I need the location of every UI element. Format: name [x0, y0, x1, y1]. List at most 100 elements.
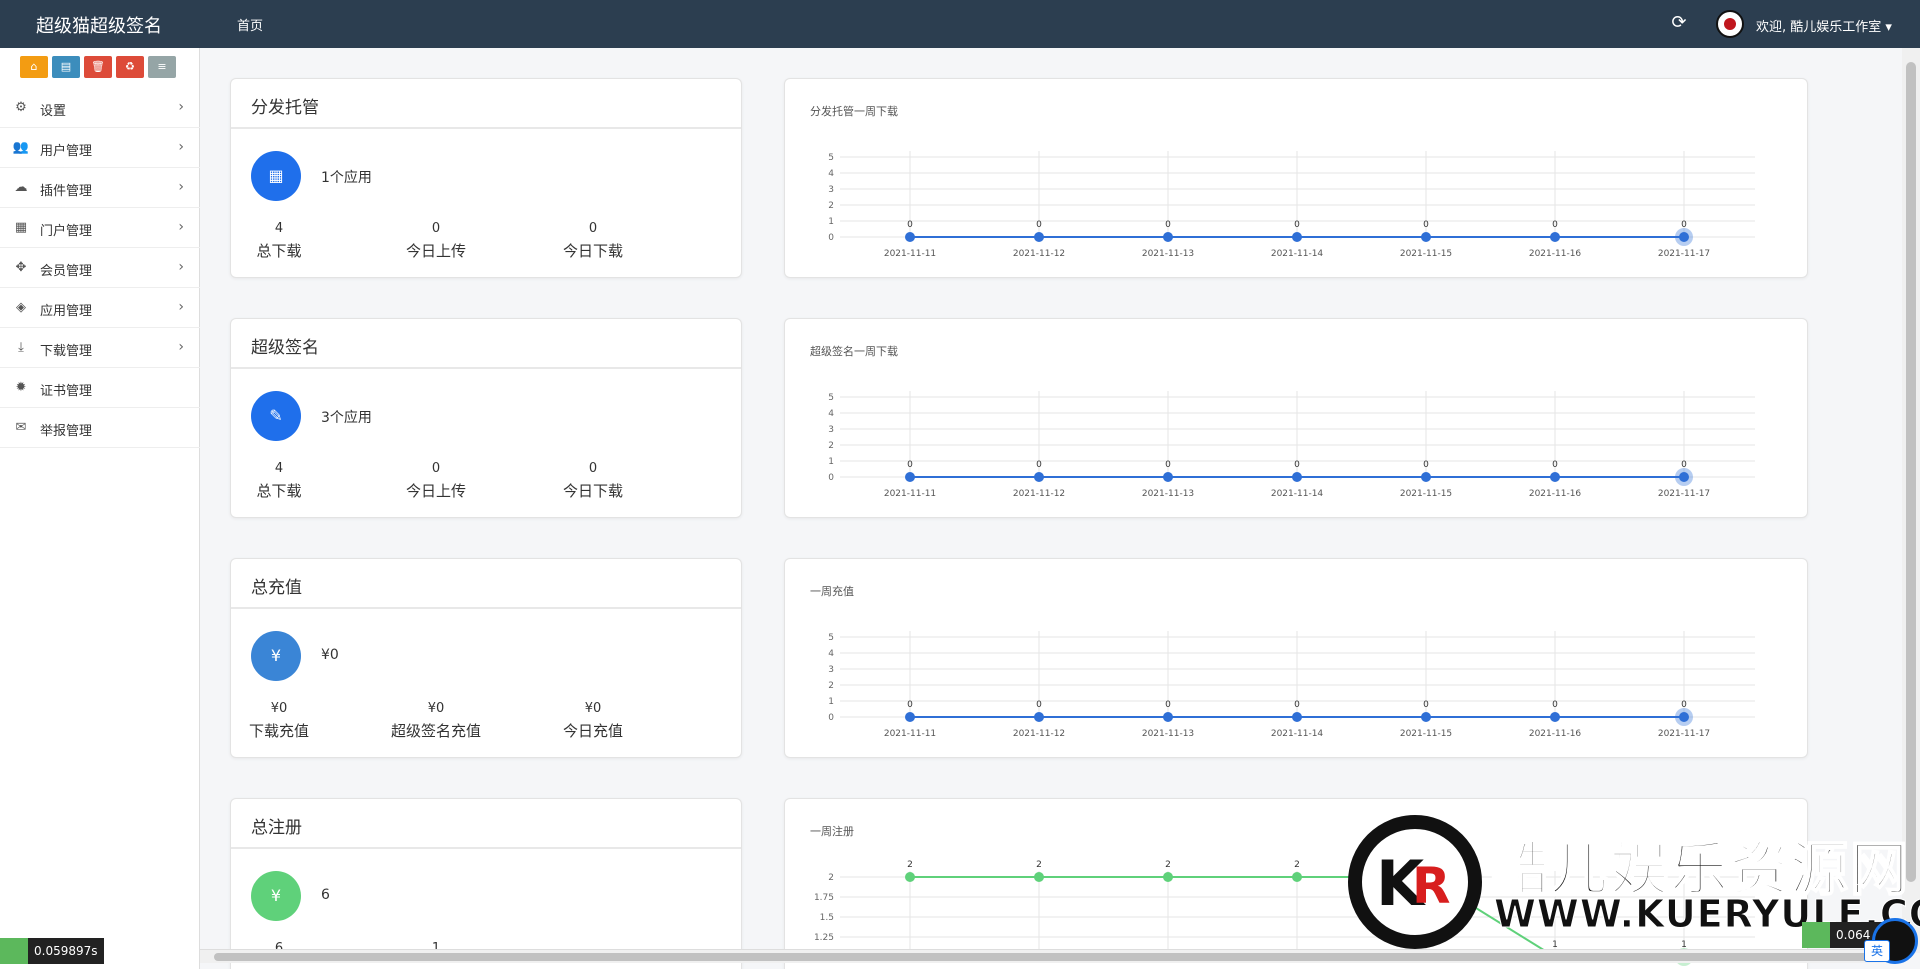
data-point [1034, 712, 1044, 722]
trash-icon[interactable]: 🗑 [84, 56, 112, 78]
data-label: 0 [1423, 700, 1429, 710]
x-tick-label: 2021-11-17 [1658, 489, 1710, 499]
data-point [905, 712, 915, 722]
chevron-right-icon: › [178, 299, 184, 315]
data-label: 0 [1294, 220, 1300, 230]
chart-card: 超级签名一周下载 0 1 2 3 4 5 2021-11-11 2021-11-12 2021-1… [784, 318, 1808, 518]
x-tick-label: 2021-11-13 [1142, 489, 1194, 499]
sidebar-item[interactable]: ☁ 插件管理 › [0, 168, 200, 208]
card-summary: 6 [321, 887, 330, 903]
stat-item: 0 今日上传 [366, 221, 506, 261]
ime-indicator[interactable]: 英 [1864, 940, 1890, 962]
data-point [1034, 472, 1044, 482]
stat-label: 总下载 [256, 242, 302, 260]
yen-icon: ¥ [251, 631, 301, 681]
y-tick-label: 5 [828, 633, 834, 643]
list-icon[interactable]: ≡ [148, 56, 176, 78]
sidebar-item[interactable]: ✥ 会员管理 › [0, 248, 200, 288]
stat-card: 分发托管 ▦ 1个应用 4 总下载 0 今日上传 0 今日下载 [230, 78, 742, 278]
y-tick-label: 1 [828, 457, 834, 467]
data-point [1550, 712, 1560, 722]
x-tick-label: 2021-11-15 [1400, 729, 1452, 739]
app-brand[interactable]: 超级猫超级签名 [36, 12, 162, 38]
data-label: 0 [1036, 460, 1042, 470]
sidebar-item[interactable]: ⚙ 设置 › [0, 88, 200, 128]
chevron-right-icon: › [178, 259, 184, 275]
stat-item: 0 今日上传 [366, 461, 506, 501]
chart-card: 分发托管一周下载 0 1 2 3 4 5 2021-11-11 2021-11-12 2021-1… [784, 78, 1808, 278]
x-tick-label: 2021-11-16 [1529, 249, 1582, 259]
x-tick-label: 2021-11-13 [1142, 729, 1194, 739]
data-label: 0 [907, 220, 913, 230]
stat-value: 0 [431, 461, 441, 476]
vertical-scroll-thumb[interactable] [1906, 62, 1916, 882]
data-label: 0 [1423, 220, 1429, 230]
chevron-right-icon: › [178, 219, 184, 235]
data-point [1679, 472, 1689, 482]
sidebar-item[interactable]: ⤓ 下载管理 › [0, 328, 200, 368]
data-point [1292, 872, 1302, 882]
data-point [1163, 232, 1173, 242]
stat-value: ¥0 [270, 701, 288, 716]
home-icon[interactable]: ⌂ [20, 56, 48, 78]
y-tick-label: 2 [828, 873, 834, 883]
x-tick-label: 2021-11-13 [1142, 249, 1194, 259]
file-icon[interactable]: ▤ [52, 56, 80, 78]
y-tick-label: 2 [828, 201, 834, 211]
user-menu-toggle[interactable]: 欢迎, 酷儿娱乐工作室 ▾ [1756, 16, 1892, 35]
data-label: 0 [1165, 460, 1171, 470]
horizontal-scroll-thumb[interactable] [214, 953, 1894, 961]
line-chart: 0 1 2 3 4 5 2021-11-11 2021-11-12 2021-11-13 2021… [828, 151, 1755, 259]
data-point [905, 872, 915, 882]
stat-card: 总注册¥661 [230, 798, 742, 969]
data-point [1421, 232, 1431, 242]
y-tick-label: 1.5 [820, 913, 834, 923]
stat-label: 超级签名充值 [390, 722, 481, 740]
refresh-icon[interactable]: ⟳ [1668, 12, 1690, 34]
yen-icon: ¥ [251, 871, 301, 921]
chevron-right-icon: › [178, 99, 184, 115]
data-point [1292, 472, 1302, 482]
nav-home-link[interactable]: 首页 [237, 15, 263, 34]
y-tick-label: 0 [828, 233, 834, 243]
sidebar-item[interactable]: 👥 用户管理 › [0, 128, 200, 168]
data-label: 0 [1294, 700, 1300, 710]
data-point [905, 232, 915, 242]
sidebar-item[interactable]: ▦ 门户管理 › [0, 208, 200, 248]
y-tick-label: 5 [828, 393, 834, 403]
y-tick-label: 2 [828, 441, 834, 451]
data-point [1292, 712, 1302, 722]
vertical-scrollbar[interactable] [1902, 48, 1920, 953]
data-point [1163, 472, 1173, 482]
data-label: 2 [1036, 860, 1042, 870]
perf-badge-left[interactable]: 0.059897s [0, 938, 104, 964]
stat-value: ¥0 [584, 701, 602, 716]
sidebar-item[interactable]: ◈ 应用管理 › [0, 288, 200, 328]
top-navbar: 超级猫超级签名 首页 ⟳ 欢迎, 酷儿娱乐工作室 ▾ [0, 0, 1920, 48]
cloud-icon: ☁ [14, 180, 28, 195]
x-tick-label: 2021-11-12 [1013, 489, 1065, 499]
data-label: 2 [1294, 860, 1300, 870]
x-tick-label: 2021-11-11 [884, 729, 936, 739]
data-point [1163, 872, 1173, 882]
stat-label: 下载充值 [248, 722, 309, 740]
sidebar-item-label: 会员管理 [40, 264, 93, 279]
recycle-icon[interactable]: ♻ [116, 56, 144, 78]
stat-label: 今日上传 [405, 482, 466, 500]
stat-label: 今日下载 [562, 242, 623, 260]
perf-time-left: 0.059897s [34, 944, 98, 958]
data-label: 0 [1681, 460, 1687, 470]
y-tick-label: 2 [828, 681, 834, 691]
avatar[interactable] [1716, 10, 1744, 38]
data-label: 0 [1552, 700, 1558, 710]
sidebar-item[interactable]: ✹ 证书管理 [0, 368, 200, 408]
card-summary: 3个应用 [321, 410, 372, 426]
x-tick-label: 2021-11-17 [1658, 249, 1710, 259]
chevron-right-icon: › [178, 139, 184, 155]
sidebar-item[interactable]: ✉ 举报管理 [0, 408, 200, 448]
card-summary: ¥0 [321, 647, 339, 663]
data-label: 0 [907, 460, 913, 470]
envelope-open-icon: ✉ [15, 420, 27, 435]
y-tick-label: 3 [828, 665, 834, 675]
horizontal-scrollbar[interactable] [200, 949, 1900, 963]
